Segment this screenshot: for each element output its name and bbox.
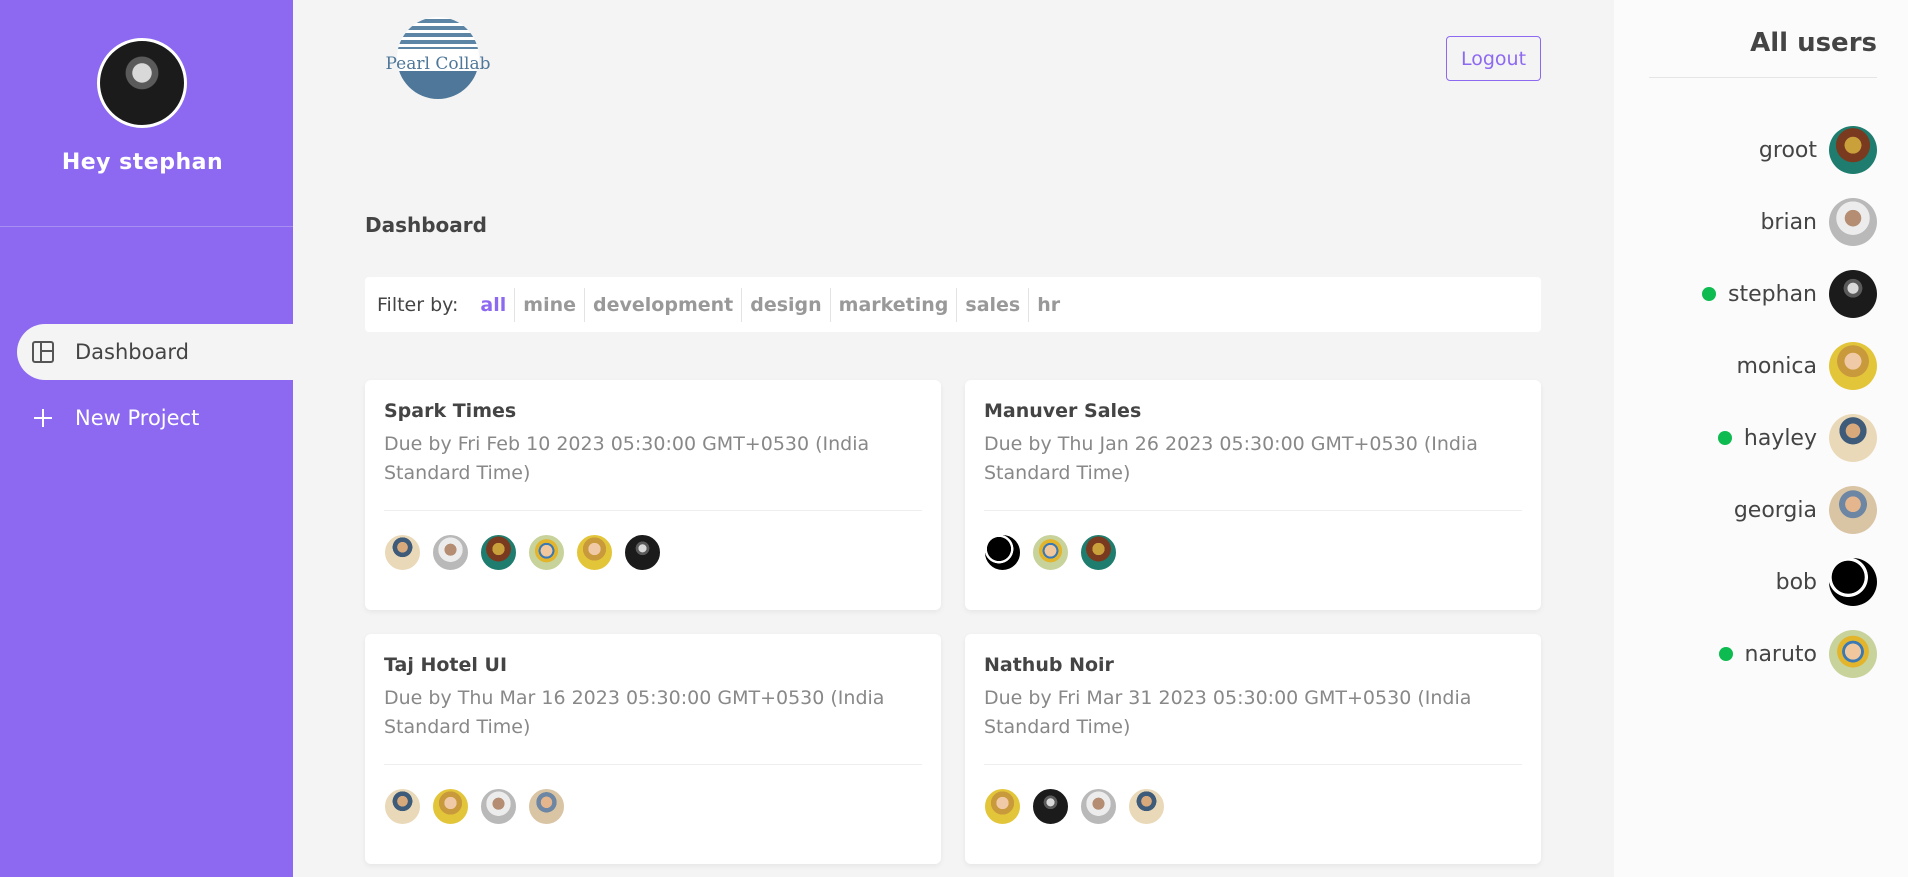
- project-card[interactable]: Manuver Sales Due by Thu Jan 26 2023 05:…: [965, 380, 1541, 610]
- user-item-monica: monica: [1736, 342, 1877, 390]
- filter-option-development[interactable]: development: [585, 287, 743, 322]
- user-avatar: [1829, 270, 1877, 318]
- filter-option-mine[interactable]: mine: [515, 287, 586, 322]
- user-name: hayley: [1743, 425, 1817, 451]
- divider: [384, 510, 922, 511]
- nav-item-dashboard[interactable]: Dashboard: [17, 324, 293, 380]
- project-name: Spark Times: [384, 400, 517, 422]
- assignee-avatar-brian: [432, 534, 469, 571]
- user-name: bob: [1775, 569, 1817, 595]
- logo-text: Pearl Collab: [386, 54, 491, 74]
- user-item-groot: groot: [1759, 126, 1877, 174]
- filter-option-sales[interactable]: sales: [957, 287, 1030, 322]
- sidebar: Hey stephan Dashboard New Project: [0, 0, 293, 877]
- assignee-avatar-brian: [480, 788, 517, 825]
- project-name: Taj Hotel UI: [384, 654, 508, 676]
- greeting: Hey stephan: [61, 150, 224, 175]
- assignee-avatar-georgia: [528, 788, 565, 825]
- assignee-avatar-hayley: [384, 788, 421, 825]
- filter-label: Filter by:: [377, 293, 459, 316]
- user-item-brian: brian: [1760, 198, 1877, 246]
- project-filter: Filter by: all mine development design m…: [365, 277, 1541, 332]
- project-name: Manuver Sales: [984, 400, 1142, 422]
- assignee-avatar-groot: [1080, 534, 1117, 571]
- project-name: Nathub Noir: [984, 654, 1114, 676]
- user-item-stephan: stephan: [1702, 270, 1877, 318]
- assignee-avatar-brian: [1080, 788, 1117, 825]
- user-avatar: [1829, 414, 1877, 462]
- user-avatar: [1829, 630, 1877, 678]
- user-item-bob: bob: [1776, 558, 1877, 606]
- online-status-dot: [1717, 431, 1732, 445]
- project-due-date: Due by Fri Mar 31 2023 05:30:00 GMT+0530…: [984, 687, 1472, 738]
- assignee-avatar-naruto: [1032, 534, 1069, 571]
- assignee-avatar-monica: [432, 788, 469, 825]
- user-item-hayley: hayley: [1717, 414, 1877, 462]
- filter-option-marketing[interactable]: marketing: [831, 287, 958, 322]
- dashboard-icon: [31, 340, 55, 364]
- nav-item-label: Dashboard: [75, 340, 189, 364]
- divider: [1649, 77, 1877, 78]
- user-avatar: [1829, 126, 1877, 174]
- page-title: Dashboard: [365, 213, 487, 237]
- assignee-avatar-bob: [984, 534, 1021, 571]
- assignee-avatar-naruto: [528, 534, 565, 571]
- filter-option-all[interactable]: all: [472, 287, 516, 322]
- sidebar-user-section: Hey stephan: [0, 0, 293, 227]
- online-status-dot: [1702, 287, 1717, 301]
- project-card[interactable]: Nathub Noir Due by Fri Mar 31 2023 05:30…: [965, 634, 1541, 864]
- logo: Pearl Collab: [385, 17, 491, 99]
- project-card[interactable]: Spark Times Due by Fri Feb 10 2023 05:30…: [365, 380, 941, 610]
- plus-icon: [31, 406, 55, 430]
- user-name: stephan: [1728, 281, 1817, 307]
- filter-option-hr[interactable]: hr: [1029, 288, 1068, 322]
- user-avatar: [1829, 342, 1877, 390]
- divider: [984, 510, 1522, 511]
- user-name: brian: [1760, 209, 1817, 235]
- user-name: naruto: [1744, 641, 1818, 667]
- assignee-list: [984, 788, 1176, 825]
- user-avatar: [1829, 558, 1877, 606]
- user-name: monica: [1736, 353, 1817, 379]
- user-item-naruto: naruto: [1718, 630, 1877, 678]
- assignee-avatar-stephan: [624, 534, 661, 571]
- current-user-avatar: [97, 38, 187, 128]
- project-due-date: Due by Thu Jan 26 2023 05:30:00 GMT+0530…: [984, 433, 1478, 484]
- user-name: groot: [1758, 137, 1817, 163]
- logout-button[interactable]: Logout: [1446, 36, 1541, 81]
- project-due-date: Due by Fri Feb 10 2023 05:30:00 GMT+0530…: [384, 433, 870, 484]
- online-status-dot: [1718, 647, 1733, 661]
- project-due-date: Due by Thu Mar 16 2023 05:30:00 GMT+0530…: [384, 687, 885, 738]
- divider: [984, 764, 1522, 765]
- user-name: georgia: [1733, 497, 1817, 523]
- user-item-georgia: georgia: [1734, 486, 1877, 534]
- all-users-panel: All users groot brian stephan monica hayley g…: [1614, 0, 1908, 877]
- nav-item-new-project[interactable]: New Project: [17, 390, 293, 446]
- assignee-avatar-hayley: [384, 534, 421, 571]
- user-avatar: [1829, 486, 1877, 534]
- assignee-avatar-stephan: [1032, 788, 1069, 825]
- assignee-list: [384, 534, 672, 571]
- assignee-list: [384, 788, 576, 825]
- filter-option-design[interactable]: design: [742, 287, 831, 322]
- assignee-list: [984, 534, 1128, 571]
- nav-item-label: New Project: [75, 406, 200, 430]
- assignee-avatar-groot: [480, 534, 517, 571]
- assignee-avatar-hayley: [1128, 788, 1165, 825]
- divider: [384, 764, 922, 765]
- assignee-avatar-monica: [576, 534, 613, 571]
- project-card[interactable]: Taj Hotel UI Due by Thu Mar 16 2023 05:3…: [365, 634, 941, 864]
- user-avatar: [1829, 198, 1877, 246]
- assignee-avatar-monica: [984, 788, 1021, 825]
- users-title: All users: [1750, 28, 1877, 58]
